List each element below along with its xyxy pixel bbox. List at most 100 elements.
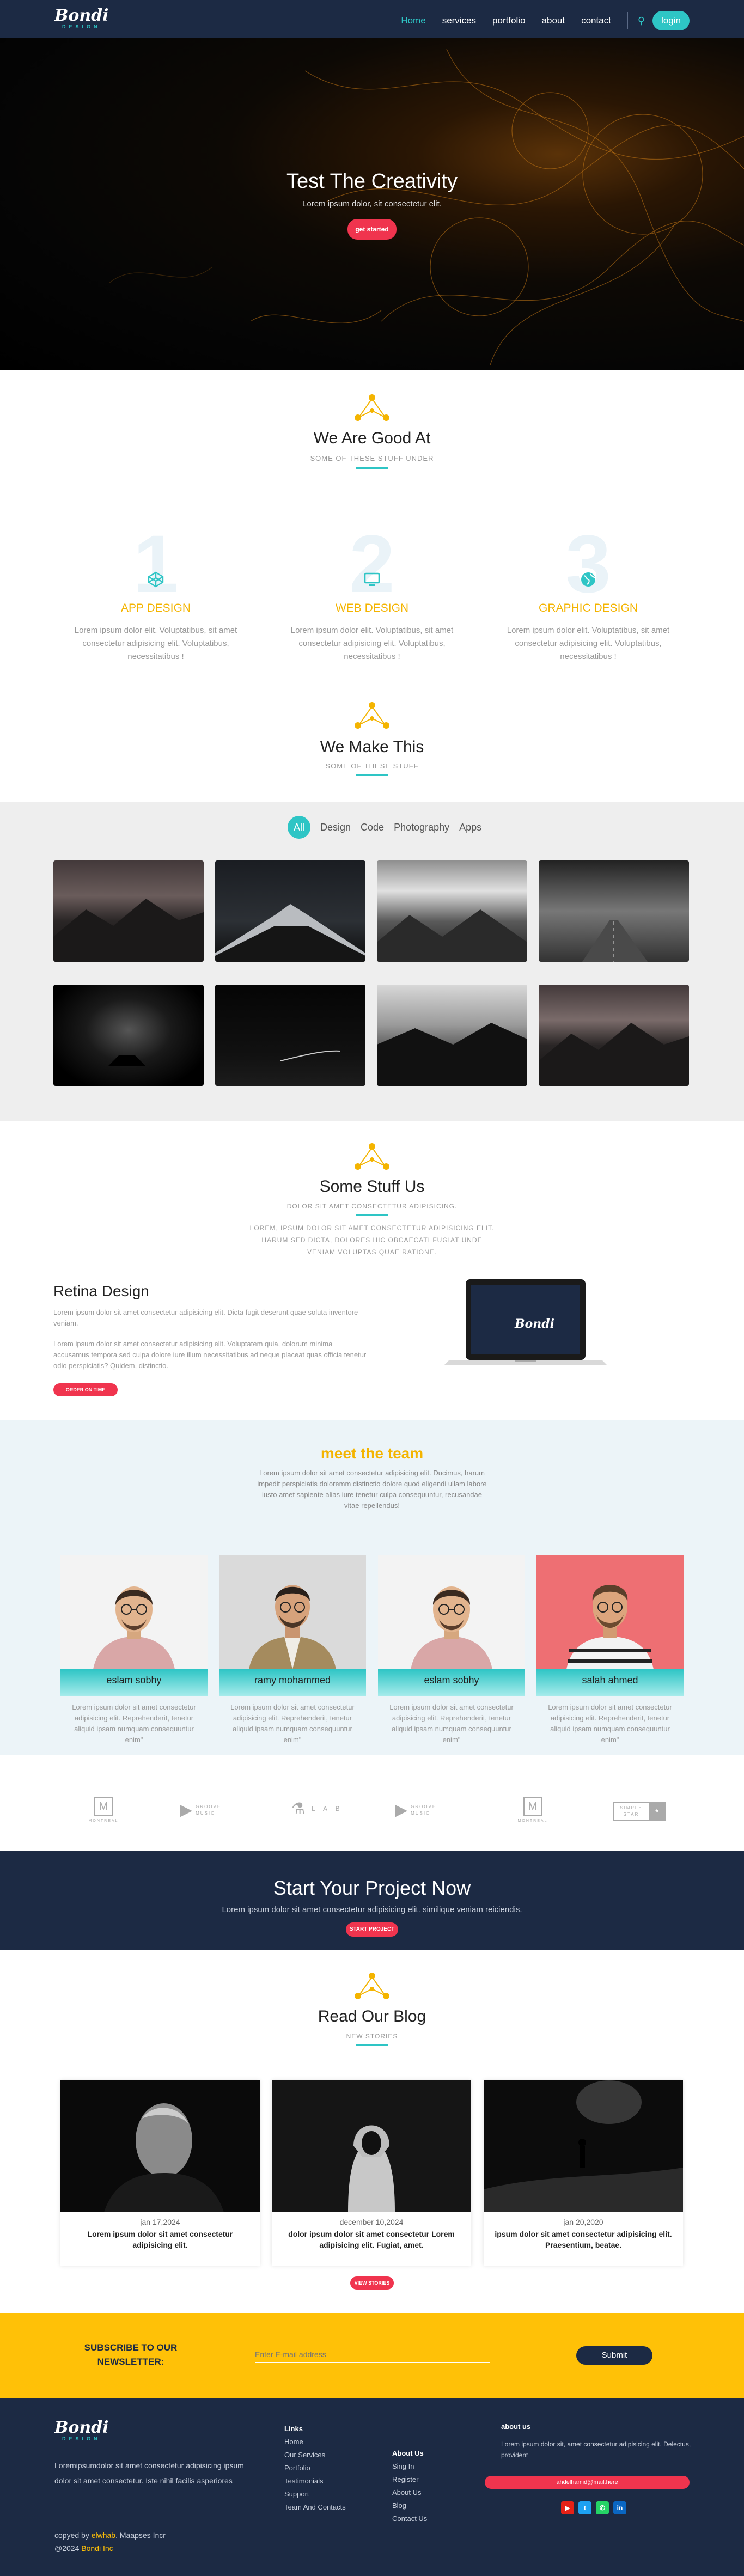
footer-link-home[interactable]: Home [284,2435,346,2449]
copyright-text: copyed by [54,2531,89,2540]
filter-code[interactable]: Code [361,822,384,833]
blog-date: jan 17,2024 [140,2218,180,2226]
footer-link-about[interactable]: About Us [392,2486,427,2499]
blog-post-card[interactable]: jan 17,2024 Lorem ipsum dolor sit amet c… [60,2080,260,2266]
footer-contact-title: about us [501,2422,531,2431]
filter-apps[interactable]: Apps [459,822,481,833]
client-logo: M MONTREAL [516,1797,549,1823]
title-underline [356,2044,388,2046]
team-member-card: ramy mohammed Lorem ipsum dolor sit amet… [219,1555,366,1744]
newsletter-submit-button[interactable]: Submit [576,2346,652,2365]
client-logo-label: GROOVE MUSIC [196,1804,222,1816]
feature-app-design: 1 APP DESIGN Lorem ipsum dolor elit. Vol… [74,523,237,664]
hero-subtitle: Lorem ipsum dolor, sit consectetur elit. [302,199,442,209]
footer-link-register[interactable]: Register [392,2473,427,2486]
feature-number: 1 [133,518,179,609]
member-photo [536,1555,684,1669]
member-photo [60,1555,208,1669]
footer-links-title: Links [284,2425,303,2433]
brand-name: Bondi [54,6,109,25]
nav-portfolio[interactable]: portfolio [492,15,525,26]
client-logos: M MONTREAL ▶ GROOVE MUSIC ⚗ L A B ▶ GROOVE M… [0,1792,744,1830]
search-icon[interactable]: ⚲ [638,15,645,27]
footer-link-portfolio[interactable]: Portfolio [284,2462,346,2475]
filter-design[interactable]: Design [320,822,351,833]
nav-contact[interactable]: contact [581,15,611,26]
company-link[interactable]: Bondi Inc [81,2544,113,2553]
member-quote: Lorem ipsum dolor sit amet consectetur a… [72,1703,196,1744]
blog-post-title: Lorem ipsum dolor sit amet consectetur a… [87,2230,233,2249]
portfolio-photo[interactable] [215,860,365,962]
footer-email-button[interactable]: ahdelhamid@mail.here [485,2476,690,2489]
blog-date: jan 20,2020 [563,2218,603,2226]
footer-link-blog[interactable]: Blog [392,2499,427,2512]
portfolio-photo[interactable] [539,985,689,1086]
get-started-button[interactable]: get started [347,219,397,240]
footer-link-signin[interactable]: Sing In [392,2460,427,2473]
view-stories-button[interactable]: VIEW STORIES [350,2276,394,2290]
stuff-desc-1: LOREM, IPSUM DOLOR SIT AMET CONSECTETUR … [249,1224,495,1232]
nav-about[interactable]: about [542,15,565,26]
feature-web-design: 2 WEB DESIGN Lorem ipsum dolor elit. Vol… [290,523,454,664]
member-photo [219,1555,366,1669]
author-link[interactable]: elwhab [92,2531,115,2540]
portfolio-photo[interactable] [53,985,204,1086]
client-logo: ▶ GROOVE MUSIC [395,1800,437,1820]
portfolio-photo[interactable] [377,860,527,962]
nav-home[interactable]: Home [401,15,425,26]
blog-image [484,2080,683,2212]
retina-title: Retina Design [53,1283,149,1299]
brand-logo[interactable]: Bondi DESIGN [54,6,109,30]
order-on-time-button[interactable]: ORDER ON TIME [53,1383,118,1396]
newsletter-section: SUBSCRIBE TO OUR NEWSLETTER: Submit [0,2313,744,2398]
member-name: eslam sobhy [60,1669,208,1696]
title-underline [356,467,388,469]
youtube-icon[interactable]: ▶ [561,2501,574,2514]
feature-number: 2 [349,518,395,609]
start-project-button[interactable]: START PROJECT [346,1922,398,1937]
stuff-title: Some Stuff Us [319,1177,425,1195]
feature-title: WEB DESIGN [335,602,409,614]
footer-link-testimonials[interactable]: Testimonials [284,2475,346,2488]
good-at-title: We Are Good At [313,429,431,447]
blog-date: december 10,2024 [339,2218,404,2226]
footer-logo[interactable]: Bondi DESIGN [54,2418,109,2442]
newsletter-title: SUBSCRIBE TO OUR NEWSLETTER: [84,2342,178,2367]
footer-brand-name: Bondi [54,2418,109,2437]
member-photo [378,1555,525,1669]
linkedin-icon[interactable]: in [613,2501,626,2514]
blog-post-title: dolor ipsum dolor sit amet consectetur L… [288,2230,455,2249]
play-icon: ▶ [180,1801,193,1819]
nav-links: Home services portfolio about contact ⚲ … [385,11,690,30]
footer-link-support[interactable]: Support [284,2488,346,2501]
footer-link-services[interactable]: Our Services [284,2449,346,2462]
newsletter-email-input[interactable] [255,2346,490,2363]
client-logo-label: GROOVE MUSIC [411,1804,437,1816]
team-member-card: eslam sobhy Lorem ipsum dolor sit amet c… [60,1555,208,1744]
footer-link-team[interactable]: Team And Contacts [284,2501,346,2514]
filter-all[interactable]: All [288,816,310,839]
client-logo: ▶ GROOVE MUSIC [180,1800,222,1820]
stuff-desc-3: VENIAM VOLUPTAS QUAE RATIONE. [307,1248,437,1256]
portfolio-photo[interactable] [215,985,365,1086]
portfolio-photo[interactable] [377,985,527,1086]
portfolio-photo[interactable] [539,860,689,962]
nav-services[interactable]: services [442,15,476,26]
portfolio-photo[interactable] [53,860,204,962]
filter-photography[interactable]: Photography [394,822,449,833]
member-quote: Lorem ipsum dolor sit amet consectetur a… [548,1703,672,1744]
whatsapp-icon[interactable]: ✆ [596,2501,609,2514]
login-button[interactable]: login [652,11,690,30]
footer-link-contact[interactable]: Contact Us [392,2512,427,2525]
blog-post-card[interactable]: december 10,2024 dolor ipsum dolor sit a… [272,2080,471,2266]
molecule-icon [355,702,389,729]
blog-image [60,2080,260,2212]
blog-post-title: ipsum dolor sit amet consectetur adipisi… [495,2230,672,2249]
twitter-icon[interactable]: t [578,2501,591,2514]
blog-post-card[interactable]: jan 20,2020 ipsum dolor sit amet consect… [484,2080,683,2266]
member-name: eslam sobhy [378,1669,525,1696]
member-quote: Lorem ipsum dolor sit amet consectetur a… [230,1703,355,1744]
make-this-title: We Make This [320,738,424,756]
stuff-subtitle: DOLOR SIT AMET CONSECTETUR ADIPISICING. [286,1202,458,1210]
footer: Bondi DESIGN Loremipsumdolor sit amet con… [0,2398,744,2576]
